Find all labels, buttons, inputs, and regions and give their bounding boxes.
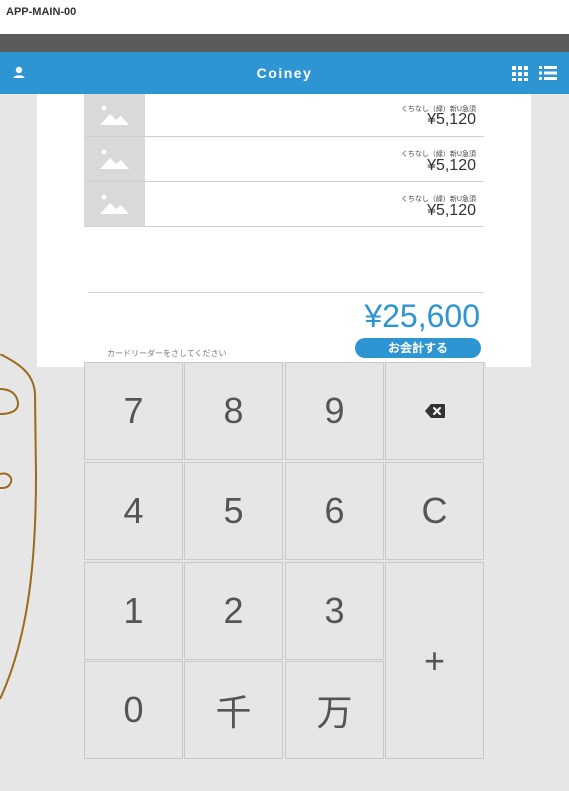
item-thumbnail [84, 94, 145, 136]
key-ten-thousand[interactable]: 万 [285, 661, 384, 759]
list-view-button[interactable] [536, 61, 560, 85]
checkout-button[interactable]: お会計する [355, 338, 481, 358]
grid-icon [512, 66, 528, 81]
image-placeholder-icon [100, 105, 129, 125]
key-0[interactable]: 0 [84, 661, 183, 759]
backspace-key[interactable] [385, 362, 484, 460]
item-price: ¥5,120 [427, 202, 476, 219]
keypad: 7 8 9 4 5 6 C 1 2 3 + 0 千 万 [84, 362, 486, 764]
key-7[interactable]: 7 [84, 362, 183, 460]
order-item[interactable]: くちなし（緑）新U急須 ¥5,120 [84, 182, 484, 227]
hand-illustration [0, 354, 38, 700]
key-6[interactable]: 6 [285, 462, 384, 560]
key-5[interactable]: 5 [184, 462, 283, 560]
key-8[interactable]: 8 [184, 362, 283, 460]
card-reader-prompt: カードリーダーをさしてください [107, 349, 227, 358]
grid-view-button[interactable] [508, 61, 532, 85]
nav-bar: Coiney [0, 52, 569, 94]
key-9[interactable]: 9 [285, 362, 384, 460]
item-price: ¥5,120 [427, 157, 476, 174]
order-panel: くちなし（緑）新U急須 ¥5,120 くちなし（緑）新U急須 ¥5,120 くち… [37, 94, 531, 367]
item-price: ¥5,120 [427, 111, 476, 128]
item-thumbnail [84, 137, 145, 181]
plus-key[interactable]: + [385, 562, 484, 759]
order-item[interactable]: くちなし（緑）新U急須 ¥5,120 [84, 94, 484, 137]
status-bar [0, 34, 569, 52]
screen-id-label: APP-MAIN-00 [6, 6, 77, 18]
key-2[interactable]: 2 [184, 562, 283, 660]
list-icon [539, 66, 557, 80]
order-item[interactable]: くちなし（緑）新U急須 ¥5,120 [84, 137, 484, 182]
total-divider [88, 292, 484, 293]
image-placeholder-icon [100, 149, 129, 169]
clear-key[interactable]: C [385, 462, 484, 560]
key-thousand[interactable]: 千 [184, 661, 283, 759]
total-amount: ¥25,600 [364, 298, 480, 334]
order-item-list: くちなし（緑）新U急須 ¥5,120 くちなし（緑）新U急須 ¥5,120 くち… [84, 94, 484, 227]
backspace-icon [424, 404, 445, 418]
app-window: Coiney くちなし（緑）新U急須 ¥5,120 くちなし（緑）新U急須 ¥5… [0, 34, 569, 791]
key-4[interactable]: 4 [84, 462, 183, 560]
item-thumbnail [84, 182, 145, 226]
image-placeholder-icon [100, 194, 129, 214]
app-title: Coiney [256, 65, 313, 81]
key-1[interactable]: 1 [84, 562, 183, 660]
key-3[interactable]: 3 [285, 562, 384, 660]
